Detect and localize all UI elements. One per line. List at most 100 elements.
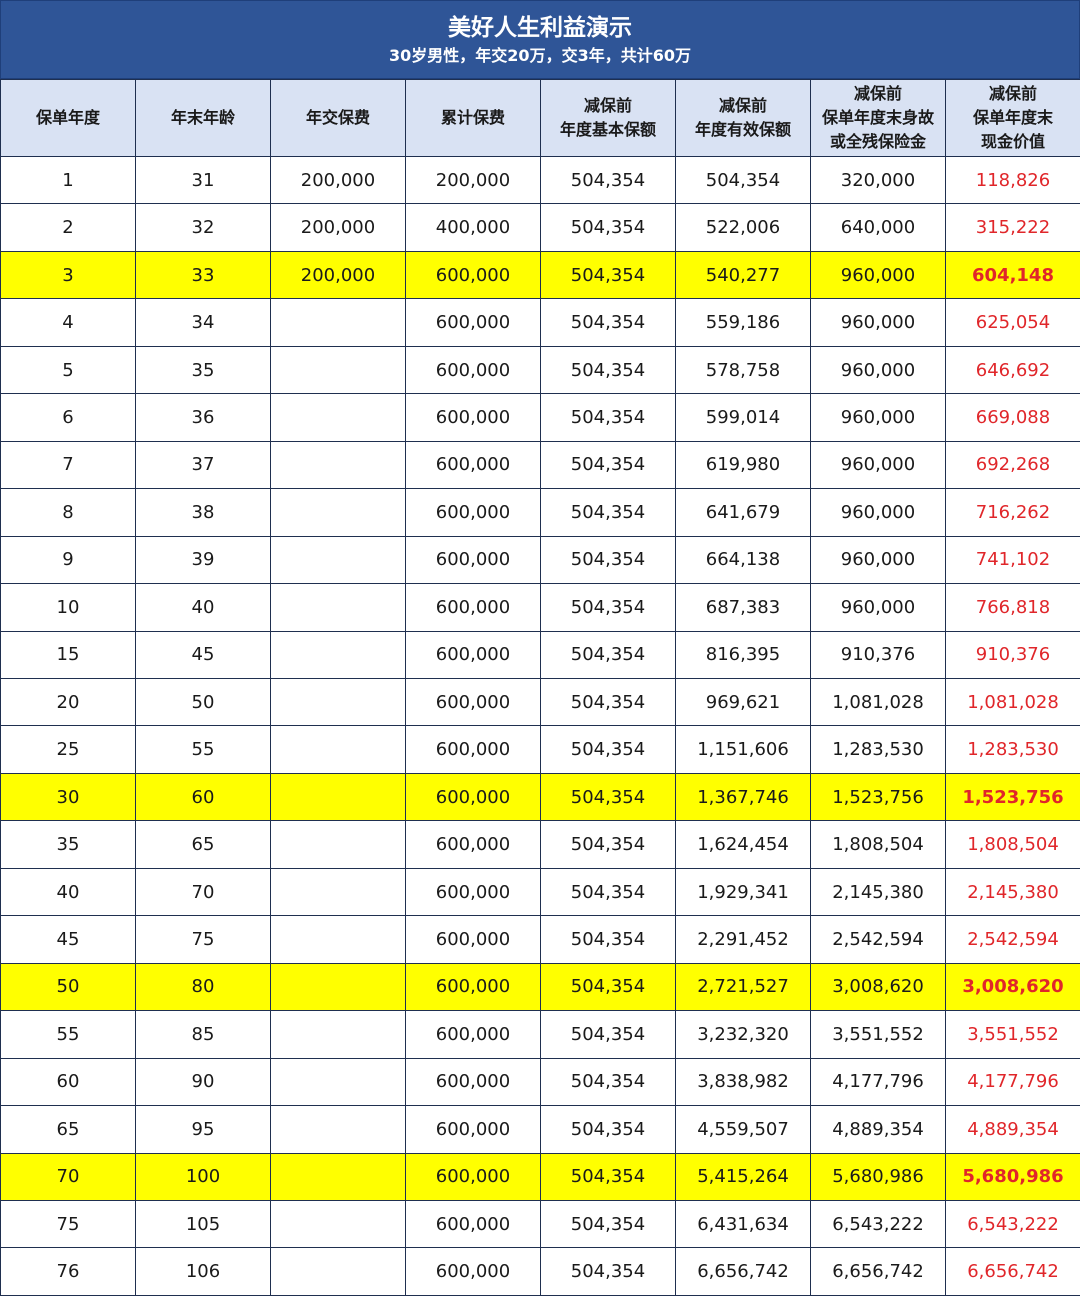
cell-age-at-year-end: 40 — [135, 583, 271, 632]
cell-age-at-year-end: 36 — [135, 393, 271, 442]
column-header-line: 年末年龄 — [170, 108, 235, 127]
table-row: 75 105 600,000 504,354 6,431,634 6,543,222 6,5… — [0, 1199, 1080, 1249]
table-row: 25 55 600,000 504,354 1,151,606 1,283,530 1,28… — [0, 725, 1080, 774]
cell-effective-sum-assured: 6,656,742 — [675, 1247, 811, 1296]
cell-age-at-year-end: 34 — [135, 298, 271, 347]
table-row: 35 65 600,000 504,354 1,624,454 1,808,504 1,80… — [0, 820, 1080, 869]
column-header-death-benefit: 减保前保单年度末身故 或全残保险金 — [810, 79, 946, 157]
table-row: 9 39 600,000 504,354 664,138 960,000 741,102 — [0, 535, 1080, 585]
cell-age-at-year-end: 32 — [135, 203, 271, 252]
cell-policy-year: 8 — [0, 488, 136, 537]
cell-cash-value: 118,826 — [945, 155, 1080, 205]
table-row: 60 90 600,000 504,354 3,838,982 4,177,796 4,17… — [0, 1057, 1080, 1107]
cell-cumulative-premium: 600,000 — [405, 583, 541, 632]
cell-effective-sum-assured: 522,006 — [675, 203, 811, 252]
column-header-effective-sum-assured: 减保前 年度有效保额 — [675, 79, 811, 157]
cell-age-at-year-end: 50 — [135, 677, 271, 727]
cell-annual-premium — [270, 630, 406, 679]
cell-annual-premium — [270, 345, 406, 395]
cell-basic-sum-assured: 504,354 — [540, 488, 676, 537]
cell-cumulative-premium: 600,000 — [405, 820, 541, 869]
cell-death-benefit: 910,376 — [810, 630, 946, 679]
cell-annual-premium — [270, 583, 406, 632]
cell-annual-premium — [270, 1199, 406, 1249]
cell-cumulative-premium: 600,000 — [405, 488, 541, 537]
cell-policy-year: 7 — [0, 440, 136, 490]
cell-cumulative-premium: 600,000 — [405, 250, 541, 300]
table-row: 15 45 600,000 504,354 816,395 910,376 910,376 — [0, 630, 1080, 679]
cell-cash-value: 766,818 — [945, 583, 1080, 632]
cell-basic-sum-assured: 504,354 — [540, 1105, 676, 1154]
cell-age-at-year-end: 95 — [135, 1105, 271, 1154]
cell-annual-premium — [270, 915, 406, 964]
column-header-line: 年度基本保额 — [559, 120, 656, 139]
cell-cumulative-premium: 600,000 — [405, 1247, 541, 1296]
table-row-highlighted: 30 60 600,000 504,354 1,367,746 1,523,756 1,52… — [0, 772, 1080, 822]
cell-basic-sum-assured: 504,354 — [540, 915, 676, 964]
cell-cash-value: 692,268 — [945, 440, 1080, 490]
cell-cash-value: 646,692 — [945, 345, 1080, 395]
cell-policy-year: 75 — [0, 1199, 136, 1249]
cell-effective-sum-assured: 1,151,606 — [675, 725, 811, 774]
cell-cash-value: 2,542,594 — [945, 915, 1080, 964]
cell-basic-sum-assured: 504,354 — [540, 630, 676, 679]
cell-cumulative-premium: 600,000 — [405, 1152, 541, 1201]
cell-policy-year: 30 — [0, 772, 136, 822]
cell-cumulative-premium: 600,000 — [405, 772, 541, 822]
cell-effective-sum-assured: 1,929,341 — [675, 867, 811, 917]
table-row: 4 34 600,000 504,354 559,186 960,000 625,054 — [0, 298, 1080, 347]
column-header-line: 减保前 — [718, 96, 767, 115]
column-header-line: 保单年度 — [35, 108, 100, 127]
cell-effective-sum-assured: 1,367,746 — [675, 772, 811, 822]
cell-cumulative-premium: 600,000 — [405, 1057, 541, 1107]
cell-basic-sum-assured: 504,354 — [540, 345, 676, 395]
cell-age-at-year-end: 33 — [135, 250, 271, 300]
column-header-line: 减保前 — [853, 84, 902, 103]
column-header-basic-sum-assured: 减保前 年度基本保额 — [540, 79, 676, 157]
cell-age-at-year-end: 55 — [135, 725, 271, 774]
cell-effective-sum-assured: 664,138 — [675, 535, 811, 585]
cell-cash-value: 1,081,028 — [945, 677, 1080, 727]
cell-death-benefit: 960,000 — [810, 440, 946, 490]
table-row: 55 85 600,000 504,354 3,232,320 3,551,552 3,55… — [0, 1010, 1080, 1059]
cell-basic-sum-assured: 504,354 — [540, 440, 676, 490]
cell-cumulative-premium: 600,000 — [405, 962, 541, 1012]
cell-effective-sum-assured: 578,758 — [675, 345, 811, 395]
cell-cumulative-premium: 600,000 — [405, 867, 541, 917]
column-header-row: 保单年度 年末年龄 年交保费 累计保费 减保前 年度基本保额 减保前 年度有效保额 减保前 保单年… — [0, 79, 1080, 157]
cell-annual-premium — [270, 535, 406, 585]
cell-death-benefit: 3,551,552 — [810, 1010, 946, 1059]
table-row: 20 50 600,000 504,354 969,621 1,081,028 1,081,… — [0, 677, 1080, 727]
cell-annual-premium — [270, 1247, 406, 1296]
cell-policy-year: 70 — [0, 1152, 136, 1201]
cell-cash-value: 2,145,380 — [945, 867, 1080, 917]
cell-basic-sum-assured: 504,354 — [540, 1152, 676, 1201]
column-header-line: 年交保费 — [305, 108, 370, 127]
column-header-line: 保单年度末身故 — [821, 108, 934, 127]
cell-basic-sum-assured: 504,354 — [540, 203, 676, 252]
cell-death-benefit: 1,523,756 — [810, 772, 946, 822]
cell-effective-sum-assured: 2,291,452 — [675, 915, 811, 964]
cell-death-benefit: 960,000 — [810, 488, 946, 537]
cell-cash-value: 741,102 — [945, 535, 1080, 585]
column-header-line: 或全残保险金 — [829, 132, 926, 151]
cell-effective-sum-assured: 599,014 — [675, 393, 811, 442]
cell-age-at-year-end: 80 — [135, 962, 271, 1012]
cell-death-benefit: 4,177,796 — [810, 1057, 946, 1107]
cell-cash-value: 4,889,354 — [945, 1105, 1080, 1154]
cell-death-benefit: 6,656,742 — [810, 1247, 946, 1296]
cell-annual-premium — [270, 725, 406, 774]
column-header-line: 减保前 — [988, 84, 1037, 103]
cell-basic-sum-assured: 504,354 — [540, 1199, 676, 1249]
cell-policy-year: 5 — [0, 345, 136, 395]
cell-policy-year: 2 — [0, 203, 136, 252]
cell-age-at-year-end: 85 — [135, 1010, 271, 1059]
cell-cumulative-premium: 600,000 — [405, 677, 541, 727]
cell-death-benefit: 960,000 — [810, 298, 946, 347]
table-body: 1 31 200,000 200,000 504,354 504,354 320,000 11… — [0, 155, 1080, 1296]
cell-cash-value: 6,656,742 — [945, 1247, 1080, 1296]
cell-policy-year: 1 — [0, 155, 136, 205]
cell-basic-sum-assured: 504,354 — [540, 820, 676, 869]
cell-basic-sum-assured: 504,354 — [540, 772, 676, 822]
table-row: 2 32 200,000 400,000 504,354 522,006 640,000 31… — [0, 203, 1080, 252]
